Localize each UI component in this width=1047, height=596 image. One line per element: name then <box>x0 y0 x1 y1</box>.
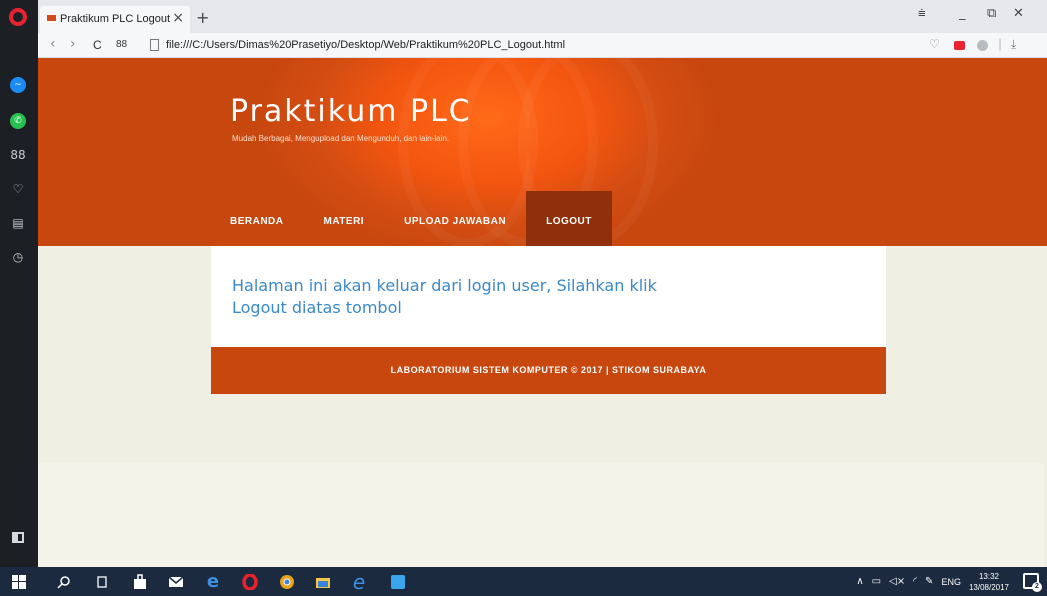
nav-upload-jawaban[interactable]: UPLOAD JAWABAN <box>384 191 526 246</box>
sidebar-toggle-icon[interactable] <box>10 530 26 546</box>
site-header: Praktikum PLC Mudah Berbagai, Mengupload… <box>38 58 1047 248</box>
minimize-icon[interactable]: _ <box>959 6 966 21</box>
windows-start-icon[interactable] <box>9 572 29 592</box>
tab-close-icon[interactable]: × <box>172 10 184 26</box>
edge-icon[interactable]: e <box>203 572 223 592</box>
reload-icon[interactable]: C <box>93 38 102 52</box>
wifi-icon[interactable]: ◜ <box>913 576 917 587</box>
address-bar: ‹ › C 88 file:///C:/Users/Dimas%20Praset… <box>38 33 1047 58</box>
heart-icon[interactable]: ♡ <box>10 181 26 197</box>
favicon-icon <box>47 15 56 21</box>
nav-logout[interactable]: LOGOUT <box>526 191 612 246</box>
page-background-panel <box>38 463 1044 567</box>
mail-icon[interactable] <box>166 572 186 592</box>
tab-bar: Praktikum PLC Logout × + ⩧ _ ⧉ ✕ <box>38 0 1047 33</box>
task-view-icon[interactable] <box>92 572 112 592</box>
maximize-icon[interactable]: ⧉ <box>987 6 996 21</box>
forward-icon[interactable]: › <box>70 36 76 52</box>
speed-dial-button[interactable]: 88 <box>116 39 127 50</box>
download-icon[interactable]: ⤓ <box>1011 37 1016 52</box>
internet-explorer-icon[interactable]: e <box>349 572 369 592</box>
notification-count: 2 <box>1032 582 1042 592</box>
new-tab-icon[interactable]: + <box>196 8 209 27</box>
main-nav: BERANDA MATERI UPLOAD JAWABAN LOGOUT <box>210 191 612 246</box>
system-tray: ∧ ▭ ◁× ◜ ✎ ENG 13:32 13/08/2017 <box>856 567 1009 596</box>
close-window-icon[interactable]: ✕ <box>1013 6 1024 21</box>
news-icon[interactable]: ▤ <box>10 215 26 231</box>
site-footer: LABORATORIUM SISTEM KOMPUTER © 2017 | ST… <box>211 347 886 394</box>
sway-icon[interactable] <box>388 572 408 592</box>
whatsapp-icon[interactable]: ✆ <box>10 113 26 129</box>
search-icon[interactable] <box>54 572 74 592</box>
language-indicator[interactable]: ENG <box>941 577 961 587</box>
opera-sidebar: ~ ✆ 88 ♡ ▤ ◷ <box>0 0 38 567</box>
site-title: Praktikum PLC <box>230 94 472 129</box>
vpn-icon[interactable] <box>977 40 988 51</box>
nav-beranda[interactable]: BERANDA <box>210 191 304 246</box>
bookmark-heart-icon[interactable]: ♡ <box>929 37 940 51</box>
clock-time: 13:32 <box>978 571 999 581</box>
chrome-icon[interactable] <box>277 572 297 592</box>
browser-tab[interactable]: Praktikum PLC Logout × <box>40 6 190 33</box>
tab-title: Praktikum PLC Logout <box>60 13 171 25</box>
history-icon[interactable]: ◷ <box>10 249 26 265</box>
nav-materi[interactable]: MATERI <box>304 191 385 246</box>
site-tagline: Mudah Berbagai, Mengupload dan Mengunduh… <box>232 134 450 143</box>
back-icon[interactable]: ‹ <box>50 36 56 52</box>
separator: | <box>998 37 1003 51</box>
file-explorer-icon[interactable] <box>313 572 333 592</box>
easy-setup-icon[interactable]: ⩧ <box>918 6 926 21</box>
content-card: Halaman ini akan keluar dari login user,… <box>211 246 886 347</box>
page-icon <box>150 39 159 51</box>
pen-icon[interactable]: ✎ <box>925 576 933 587</box>
battery-icon[interactable]: ▭ <box>872 576 881 587</box>
opera-icon[interactable] <box>240 572 260 592</box>
tray-chevron-icon[interactable]: ∧ <box>856 576 863 587</box>
speed-dial-icon[interactable]: 88 <box>10 147 26 163</box>
volume-icon[interactable]: ◁× <box>889 576 905 587</box>
windows-taskbar: e e ∧ ▭ ◁× ◜ ✎ ENG 13:32 13/08/2017 2 <box>0 567 1047 596</box>
store-icon[interactable] <box>130 572 150 592</box>
clock-date: 13/08/2017 <box>968 582 1009 592</box>
logout-message: Halaman ini akan keluar dari login user,… <box>232 276 657 317</box>
extension-icon[interactable] <box>954 41 965 50</box>
opera-logo-icon[interactable] <box>9 8 27 26</box>
clock[interactable]: 13:32 13/08/2017 <box>969 571 1009 593</box>
page-viewport: Praktikum PLC Mudah Berbagai, Mengupload… <box>38 58 1047 567</box>
notification-center-icon[interactable]: 2 <box>1023 573 1042 592</box>
messenger-icon[interactable]: ~ <box>10 77 26 93</box>
url-field[interactable]: file:///C:/Users/Dimas%20Prasetiyo/Deskt… <box>166 39 565 51</box>
